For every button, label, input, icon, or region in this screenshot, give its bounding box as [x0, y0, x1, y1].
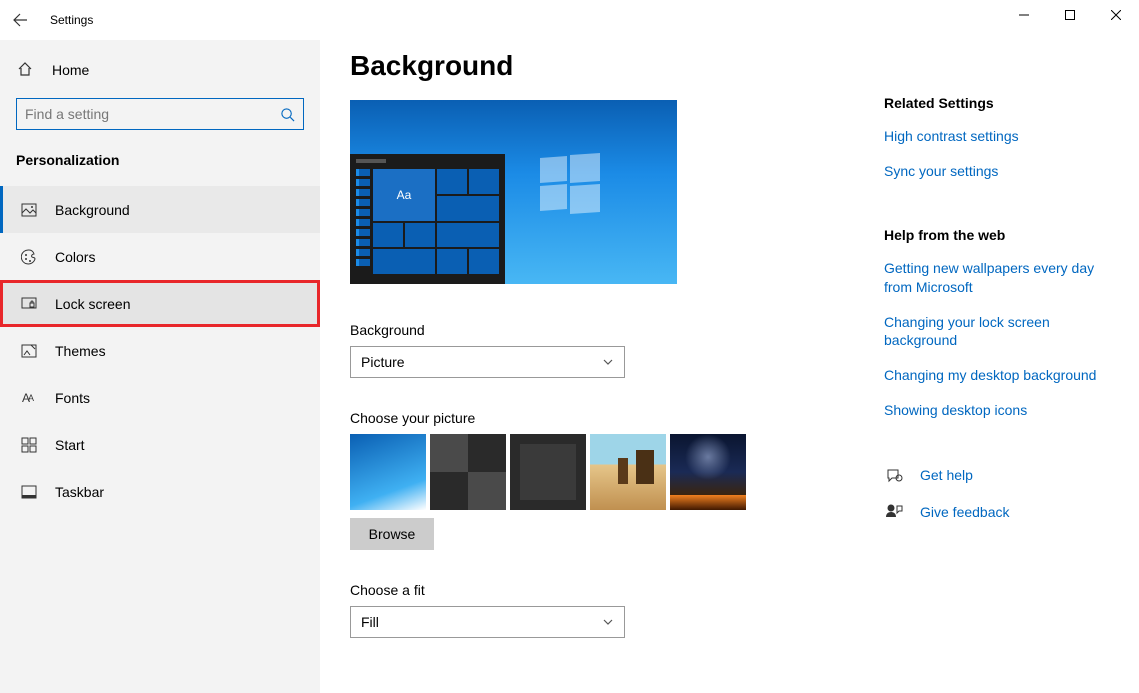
taskbar-icon: [20, 484, 38, 500]
background-value: Picture: [361, 354, 405, 370]
windows-logo-icon: [540, 154, 600, 214]
nav-colors[interactable]: Colors: [0, 233, 320, 280]
home-nav[interactable]: Home: [0, 50, 320, 90]
nav-fonts-label: Fonts: [55, 390, 90, 406]
preview-sample-text: Aa: [373, 169, 435, 221]
back-arrow-icon: [12, 12, 28, 28]
nav-taskbar[interactable]: Taskbar: [0, 468, 320, 515]
search-input[interactable]: [25, 106, 280, 122]
choose-picture-label: Choose your picture: [350, 410, 854, 426]
help-heading: Help from the web: [884, 227, 1119, 243]
link-high-contrast[interactable]: High contrast settings: [884, 127, 1119, 146]
feedback-icon: [884, 503, 904, 521]
get-help-icon: [884, 467, 904, 485]
titlebar: Settings: [0, 0, 1139, 40]
picture-thumb-2[interactable]: [430, 434, 506, 510]
link-desktop-bg[interactable]: Changing my desktop background: [884, 366, 1119, 385]
fit-value: Fill: [361, 614, 379, 630]
link-lockscreen-bg[interactable]: Changing your lock screen background: [884, 313, 1119, 351]
link-give-feedback[interactable]: Give feedback: [920, 503, 1010, 522]
link-desktop-icons[interactable]: Showing desktop icons: [884, 401, 1119, 420]
nav-fonts[interactable]: AA Fonts: [0, 374, 320, 421]
page-title: Background: [350, 50, 854, 82]
close-icon: [1111, 10, 1121, 20]
nav-lock-screen[interactable]: Lock screen: [0, 280, 320, 327]
desktop-preview: Aa: [350, 100, 677, 284]
start-icon: [20, 437, 38, 453]
picture-thumb-1[interactable]: [350, 434, 426, 510]
search-icon: [280, 107, 295, 122]
chevron-down-icon: [602, 616, 614, 628]
nav-background[interactable]: Background: [0, 186, 320, 233]
home-label: Home: [52, 62, 89, 78]
chevron-down-icon: [602, 356, 614, 368]
close-button[interactable]: [1093, 0, 1139, 30]
link-sync-settings[interactable]: Sync your settings: [884, 162, 1119, 181]
picture-thumb-5[interactable]: [670, 434, 746, 510]
background-select[interactable]: Picture: [350, 346, 625, 378]
aside-panel: Related Settings High contrast settings …: [884, 40, 1139, 693]
nav-lock-screen-label: Lock screen: [55, 296, 130, 312]
themes-icon: [20, 343, 38, 359]
link-get-help[interactable]: Get help: [920, 466, 973, 485]
back-button[interactable]: [0, 0, 40, 40]
fit-select[interactable]: Fill: [350, 606, 625, 638]
nav-colors-label: Colors: [55, 249, 95, 265]
minimize-button[interactable]: [1001, 0, 1047, 30]
maximize-icon: [1065, 10, 1075, 20]
browse-button[interactable]: Browse: [350, 518, 434, 550]
nav-background-label: Background: [55, 202, 130, 218]
picture-thumb-4[interactable]: [590, 434, 666, 510]
picture-thumbnails: [350, 434, 854, 510]
fit-label: Choose a fit: [350, 582, 854, 598]
fonts-icon: AA: [20, 391, 38, 405]
main-content: Background Aa Backgroun: [320, 40, 884, 693]
picture-icon: [20, 202, 38, 218]
nav-themes[interactable]: Themes: [0, 327, 320, 374]
lock-screen-icon: [20, 296, 38, 312]
picture-thumb-3[interactable]: [510, 434, 586, 510]
palette-icon: [20, 249, 38, 265]
window-title: Settings: [50, 13, 93, 27]
section-title: Personalization: [0, 144, 320, 186]
sidebar: Home Personalization Background Colors L…: [0, 40, 320, 693]
window-controls: [1001, 0, 1139, 30]
related-heading: Related Settings: [884, 95, 1119, 111]
nav-taskbar-label: Taskbar: [55, 484, 104, 500]
nav-start-label: Start: [55, 437, 85, 453]
search-box[interactable]: [16, 98, 304, 130]
minimize-icon: [1019, 10, 1029, 20]
nav-start[interactable]: Start: [0, 421, 320, 468]
preview-start-panel: Aa: [350, 154, 505, 284]
home-icon: [17, 61, 35, 79]
nav-themes-label: Themes: [55, 343, 106, 359]
background-label: Background: [350, 322, 854, 338]
maximize-button[interactable]: [1047, 0, 1093, 30]
link-wallpapers[interactable]: Getting new wallpapers every day from Mi…: [884, 259, 1119, 297]
